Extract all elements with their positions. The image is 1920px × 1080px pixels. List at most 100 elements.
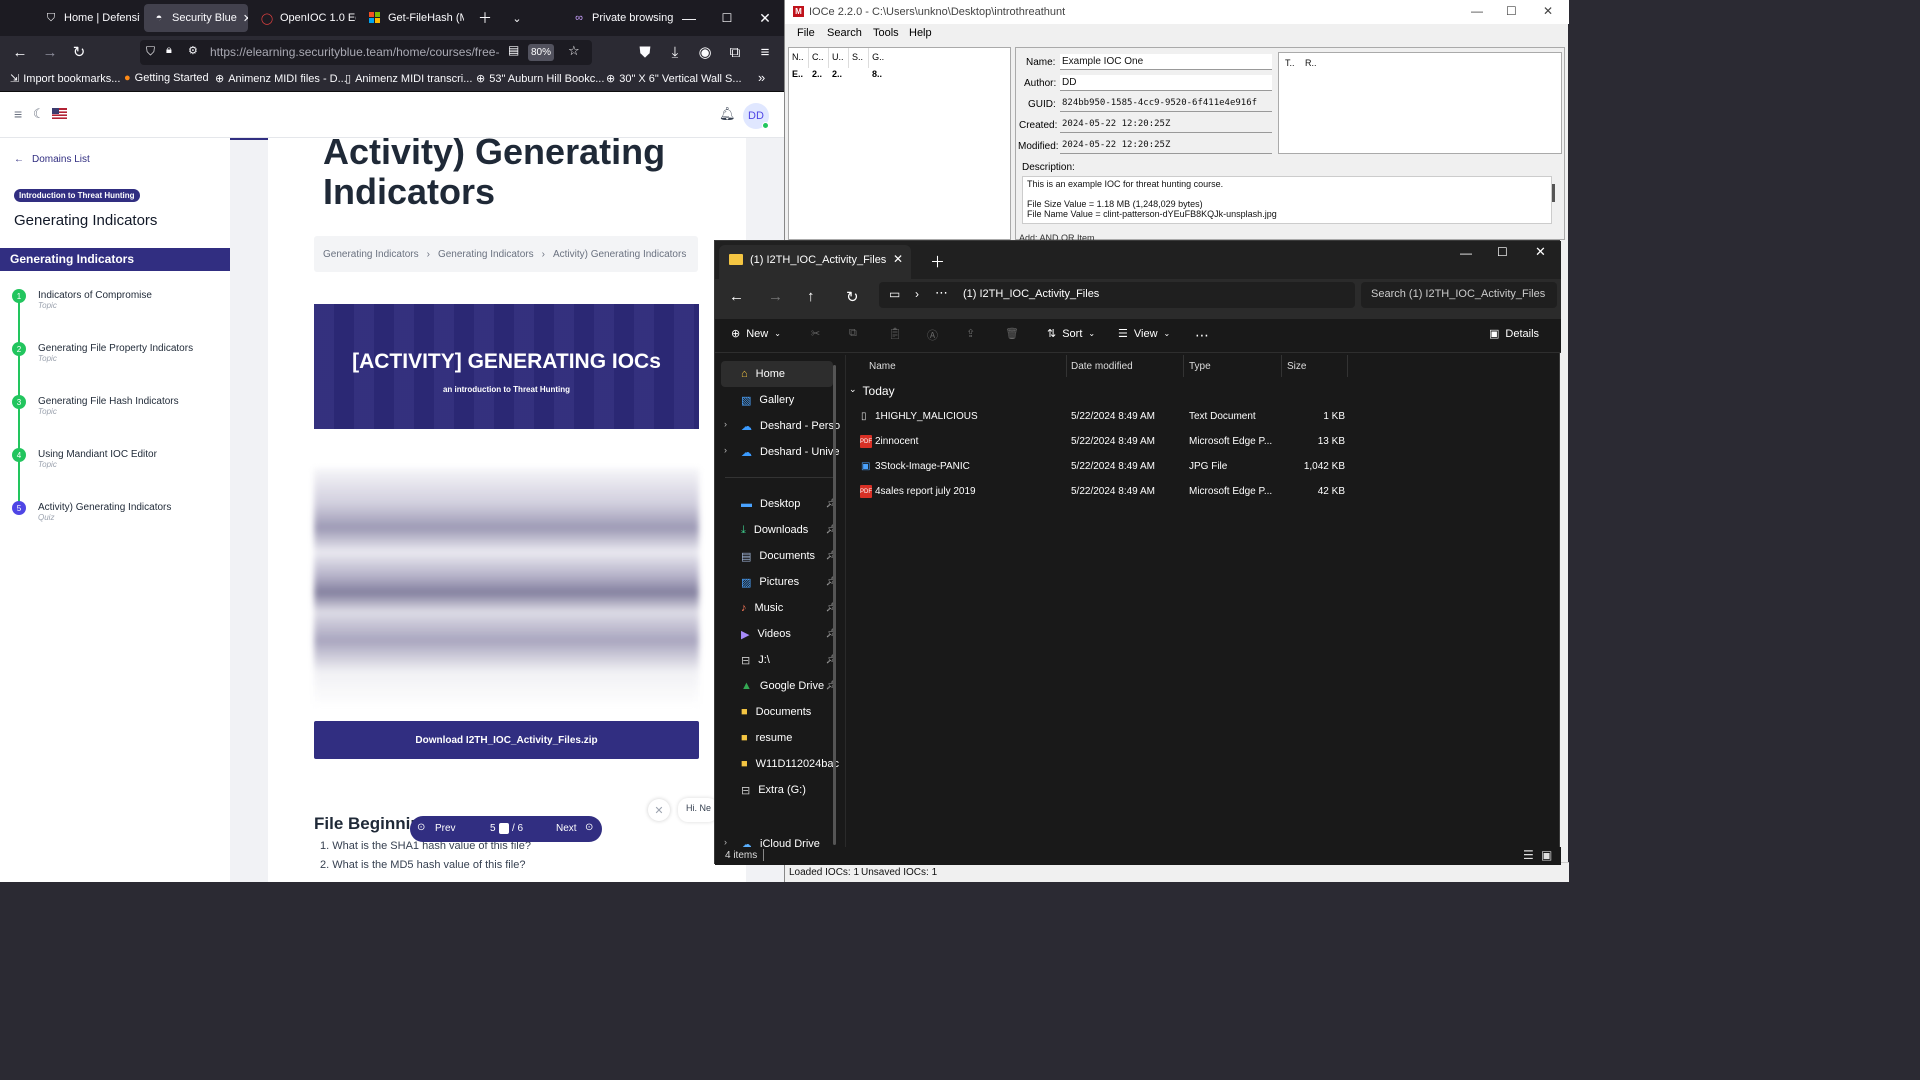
us-flag-icon[interactable] bbox=[52, 108, 67, 122]
nav-music[interactable]: ♪ Music 📌︎ bbox=[715, 595, 843, 621]
new-tab-icon[interactable]: ＋ bbox=[930, 251, 945, 272]
group-header-today[interactable]: ⌄ Today bbox=[849, 384, 895, 398]
nav-downloads[interactable]: ⤓ Downloads 📌︎ bbox=[715, 517, 843, 543]
nav-onedrive-personal[interactable]: › ☁ Deshard - Perso bbox=[715, 413, 843, 439]
col-header[interactable]: G.. bbox=[869, 48, 889, 68]
bookmark-animenz-files[interactable]: ⊕ Animenz MIDI files - D... bbox=[215, 72, 347, 86]
nav-documents[interactable]: ▤ Documents 📌︎ bbox=[715, 543, 843, 569]
rename-icon[interactable]: Ⓐ bbox=[927, 327, 938, 343]
dark-mode-moon-icon[interactable]: ☾ bbox=[33, 106, 45, 122]
details-button[interactable]: ▣ Details bbox=[1489, 327, 1539, 341]
pocket-icon[interactable]: ⛊ bbox=[630, 36, 660, 68]
cut-icon[interactable]: ✂ bbox=[811, 327, 820, 340]
close-tab-icon[interactable]: ✕ bbox=[893, 252, 903, 266]
permissions-icon[interactable]: ⚙ bbox=[188, 44, 198, 57]
column-type[interactable]: Type bbox=[1189, 361, 1211, 372]
name-field[interactable]: Example IOC One bbox=[1060, 54, 1272, 70]
tab-openioc[interactable]: ◯ OpenIOC 1.0 Edi bbox=[252, 4, 356, 32]
nav-drive-j[interactable]: ⊟ J:\ 📌︎ bbox=[715, 647, 843, 673]
downloads-icon[interactable]: ⤓ bbox=[660, 36, 690, 68]
parameters-table[interactable]: T.. R.. bbox=[1278, 52, 1562, 154]
share-icon[interactable]: ⇪ bbox=[966, 327, 975, 340]
close-tab-icon[interactable]: ✕ bbox=[243, 12, 248, 25]
step-1[interactable]: 1 Indicators of Compromise Topic bbox=[12, 289, 152, 310]
tab-get-filehash[interactable]: Get-FileHash (M bbox=[360, 4, 464, 32]
column-size[interactable]: Size bbox=[1287, 361, 1306, 372]
sort-button[interactable]: ⇅ Sort ⌄ bbox=[1047, 327, 1095, 341]
page-current[interactable]: 5 bbox=[490, 823, 496, 834]
tiles-view-icon[interactable]: ▣ bbox=[1541, 848, 1552, 862]
col-header[interactable]: N.. bbox=[789, 48, 810, 68]
tab-home-defensive[interactable]: ⛉ Home | Defensiv bbox=[36, 4, 140, 32]
close-icon[interactable]: ✕ bbox=[1543, 4, 1553, 18]
notification-bell-icon[interactable]: 🔔︎ bbox=[719, 106, 736, 122]
nav-folder-documents[interactable]: ■ Documents bbox=[715, 699, 843, 725]
forward-arrow-icon[interactable]: → bbox=[35, 36, 65, 68]
back-arrow-icon[interactable]: ← bbox=[5, 36, 35, 68]
close-icon[interactable]: ✕ bbox=[1535, 244, 1546, 260]
menu-icon[interactable]: ≡ bbox=[14, 106, 22, 122]
menu-search[interactable]: Search bbox=[827, 27, 862, 39]
menu-help[interactable]: Help bbox=[909, 27, 932, 39]
new-button[interactable]: ⊕ New ⌄ bbox=[731, 327, 781, 341]
nav-onedrive-university[interactable]: › ☁ Deshard - Unive bbox=[715, 439, 843, 465]
nav-folder-w11d[interactable]: ■ W11D112024bac bbox=[715, 751, 843, 777]
account-icon[interactable]: ◉ bbox=[690, 36, 720, 68]
page-input[interactable] bbox=[499, 823, 509, 834]
download-button[interactable]: Download I2TH_IOC_Activity_Files.zip bbox=[314, 721, 699, 759]
maximize-icon[interactable]: ☐ bbox=[1506, 4, 1517, 18]
tab-security-blue[interactable]: ◓ Security Blue ✕ bbox=[144, 4, 248, 32]
bookmark-star-icon[interactable]: ☆ bbox=[568, 43, 580, 59]
nav-drive-g[interactable]: ⊟ Extra (G:) bbox=[715, 777, 843, 803]
column-name[interactable]: Name bbox=[869, 361, 896, 372]
menu-hamburger-icon[interactable]: ≡ bbox=[750, 36, 780, 68]
step-5[interactable]: 5 Activity) Generating Indicators Quiz bbox=[12, 501, 171, 522]
ioc-list[interactable]: N.. C.. U.. S.. G.. E.. 2.. 2.. 8.. bbox=[788, 47, 1011, 240]
bookmark-import[interactable]: ⇲ Import bookmarks... bbox=[10, 72, 120, 86]
minimize-icon[interactable]: — bbox=[1471, 4, 1483, 18]
explorer-tab[interactable]: (1) I2TH_IOC_Activity_Files ✕ bbox=[719, 245, 911, 279]
up-arrow-icon[interactable]: ↑ bbox=[807, 288, 815, 305]
breadcrumb-item[interactable]: Generating Indicators bbox=[323, 249, 419, 260]
url-text[interactable]: https://elearning.securityblue.team/home… bbox=[210, 45, 500, 59]
copy-icon[interactable]: ⧉ bbox=[849, 327, 857, 340]
nav-home[interactable]: ⌂ Home bbox=[721, 361, 833, 387]
zoom-indicator[interactable]: 80% bbox=[528, 44, 554, 61]
col-header[interactable]: R.. bbox=[1305, 58, 1317, 68]
delete-icon[interactable]: 🗑︎ bbox=[1005, 327, 1019, 340]
tracking-shield-icon[interactable]: ⛉ bbox=[146, 44, 155, 59]
col-header[interactable]: U.. bbox=[829, 48, 850, 68]
breadcrumb-item[interactable]: Generating Indicators bbox=[438, 249, 534, 260]
bookmark-vertical-wall[interactable]: ⊕ 30" X 6" Vertical Wall S... bbox=[606, 72, 742, 86]
prev-button[interactable]: Prev bbox=[435, 823, 456, 834]
more-bookmarks-icon[interactable]: » bbox=[758, 70, 765, 85]
nav-scrollbar[interactable] bbox=[833, 365, 836, 845]
col-header[interactable]: T.. bbox=[1285, 58, 1295, 68]
ioc-row[interactable]: E.. 2.. 2.. 8.. bbox=[789, 68, 889, 83]
refresh-icon[interactable]: ↻ bbox=[846, 288, 859, 306]
file-row[interactable]: PDF 2innocent 5/22/2024 8:49 AM Microsof… bbox=[849, 429, 1429, 454]
file-row[interactable]: ▯ 1HIGHLY_MALICIOUS 5/22/2024 8:49 AM Te… bbox=[849, 404, 1429, 429]
extensions-icon[interactable]: ⧉ bbox=[720, 36, 750, 68]
nav-videos[interactable]: ▶ Videos 📌︎ bbox=[715, 621, 843, 647]
file-row[interactable]: PDF 4sales report july 2019 5/22/2024 8:… bbox=[849, 479, 1429, 504]
author-field[interactable]: DD bbox=[1060, 75, 1272, 91]
maximize-icon[interactable]: ☐ bbox=[1497, 245, 1508, 259]
step-3[interactable]: 3 Generating File Hash Indicators Topic bbox=[12, 395, 179, 416]
nav-desktop[interactable]: ▬ Desktop 📌︎ bbox=[715, 491, 843, 517]
file-row[interactable]: ▣ 3Stock-Image-PANIC 5/22/2024 8:49 AM J… bbox=[849, 454, 1429, 479]
bookmark-animenz-transcri[interactable]: ▯ Animenz MIDI transcri... bbox=[345, 72, 472, 86]
lock-icon[interactable]: 🔒︎ bbox=[166, 44, 172, 57]
step-2[interactable]: 2 Generating File Property Indicators Topi… bbox=[12, 342, 193, 363]
minimize-icon[interactable]: — bbox=[1460, 246, 1472, 260]
close-window-icon[interactable]: ✕ bbox=[746, 0, 784, 36]
minimize-icon[interactable]: — bbox=[670, 0, 708, 36]
chat-bubble[interactable]: Hi. Ne bbox=[678, 798, 718, 822]
reader-view-icon[interactable]: ▤ bbox=[508, 43, 519, 57]
column-date-modified[interactable]: Date modified bbox=[1071, 361, 1133, 372]
next-button[interactable]: Next bbox=[556, 823, 577, 834]
menu-file[interactable]: File bbox=[797, 27, 815, 39]
step-4[interactable]: 4 Using Mandiant IOC Editor Topic bbox=[12, 448, 157, 469]
details-view-icon[interactable]: ☰ bbox=[1523, 848, 1534, 862]
view-button[interactable]: ☰ View ⌄ bbox=[1118, 327, 1170, 341]
